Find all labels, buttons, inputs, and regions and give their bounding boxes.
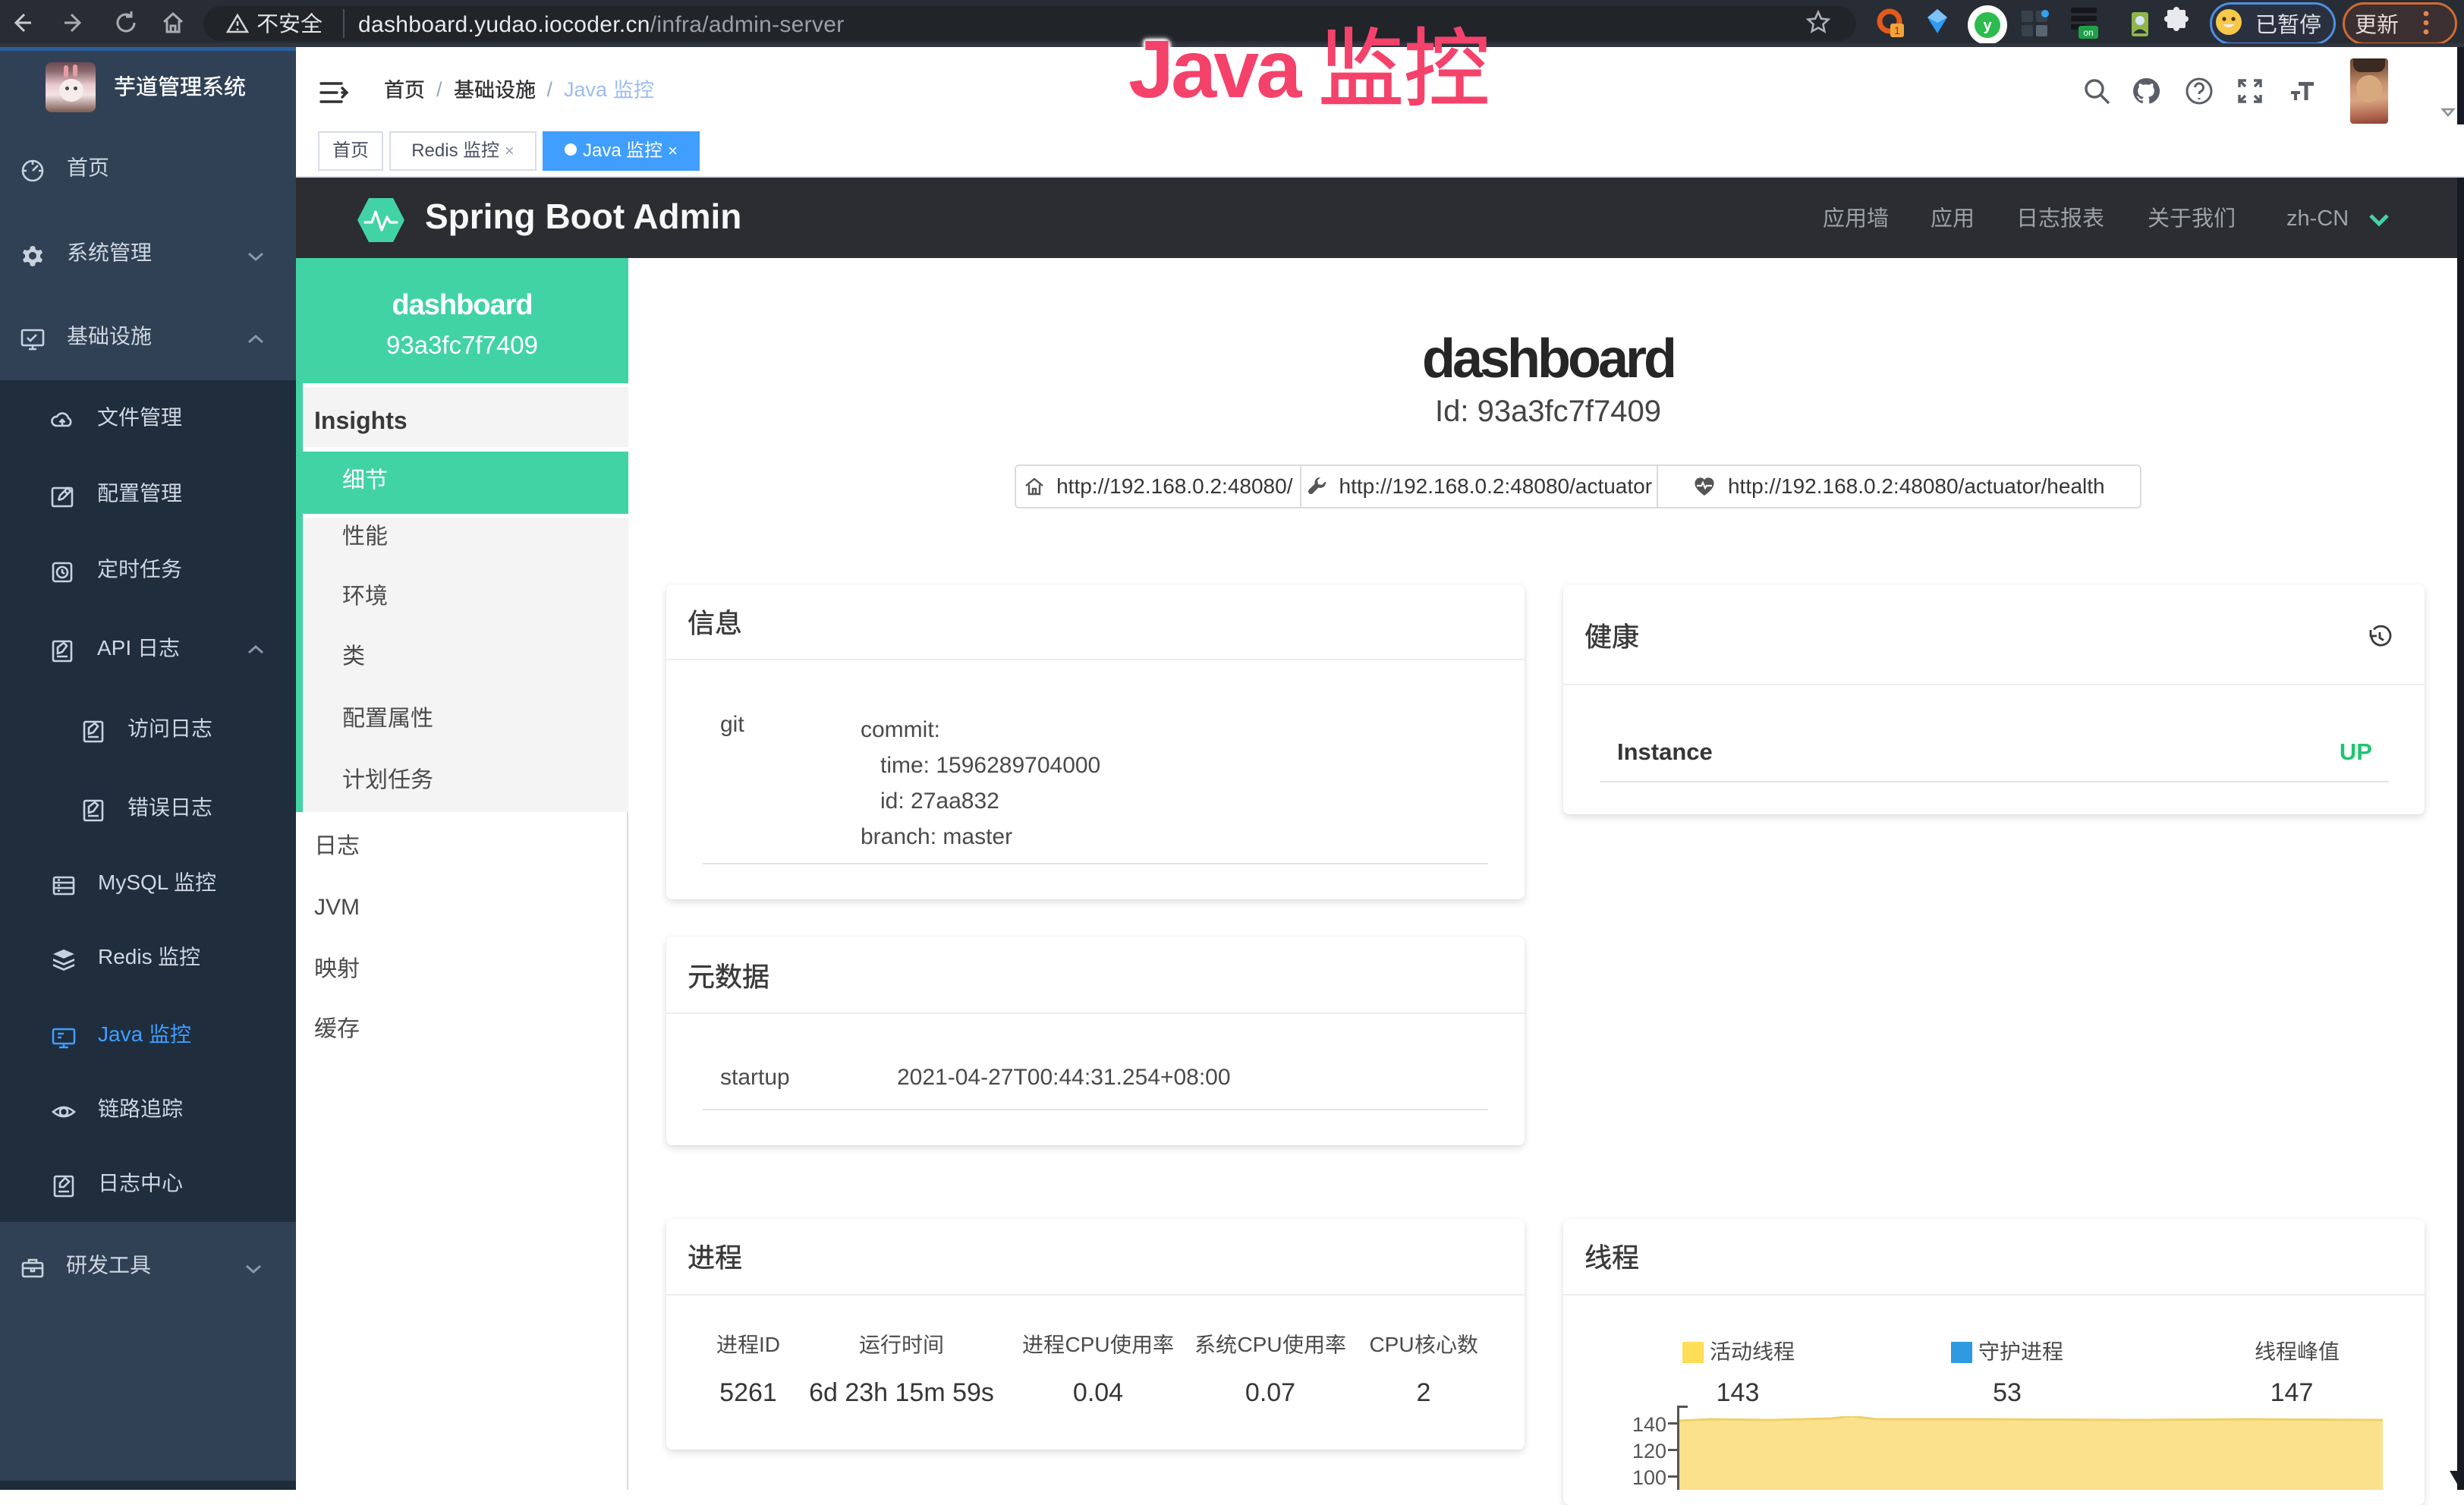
svg-text:on: on bbox=[2083, 27, 2093, 38]
svg-text:y: y bbox=[1983, 17, 1992, 34]
svg-text:1: 1 bbox=[1894, 24, 1900, 36]
